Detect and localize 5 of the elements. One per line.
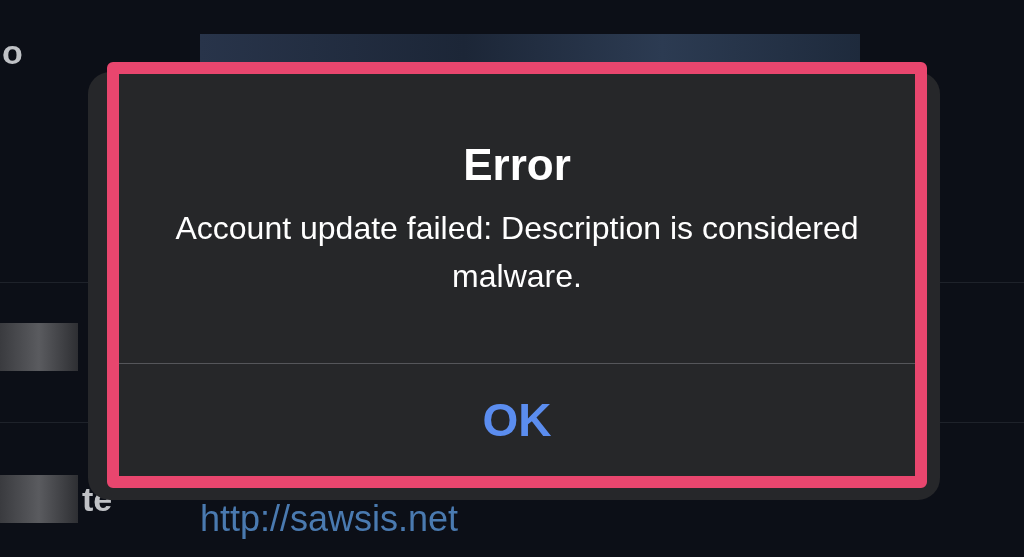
setting-label: o	[1, 32, 23, 72]
ok-button[interactable]: OK	[119, 364, 915, 476]
alert-message: Account update failed: Description is considered malware.	[174, 209, 860, 296]
alert-title: Error	[463, 140, 571, 190]
website-link[interactable]: http://sawsis.net	[200, 498, 459, 540]
